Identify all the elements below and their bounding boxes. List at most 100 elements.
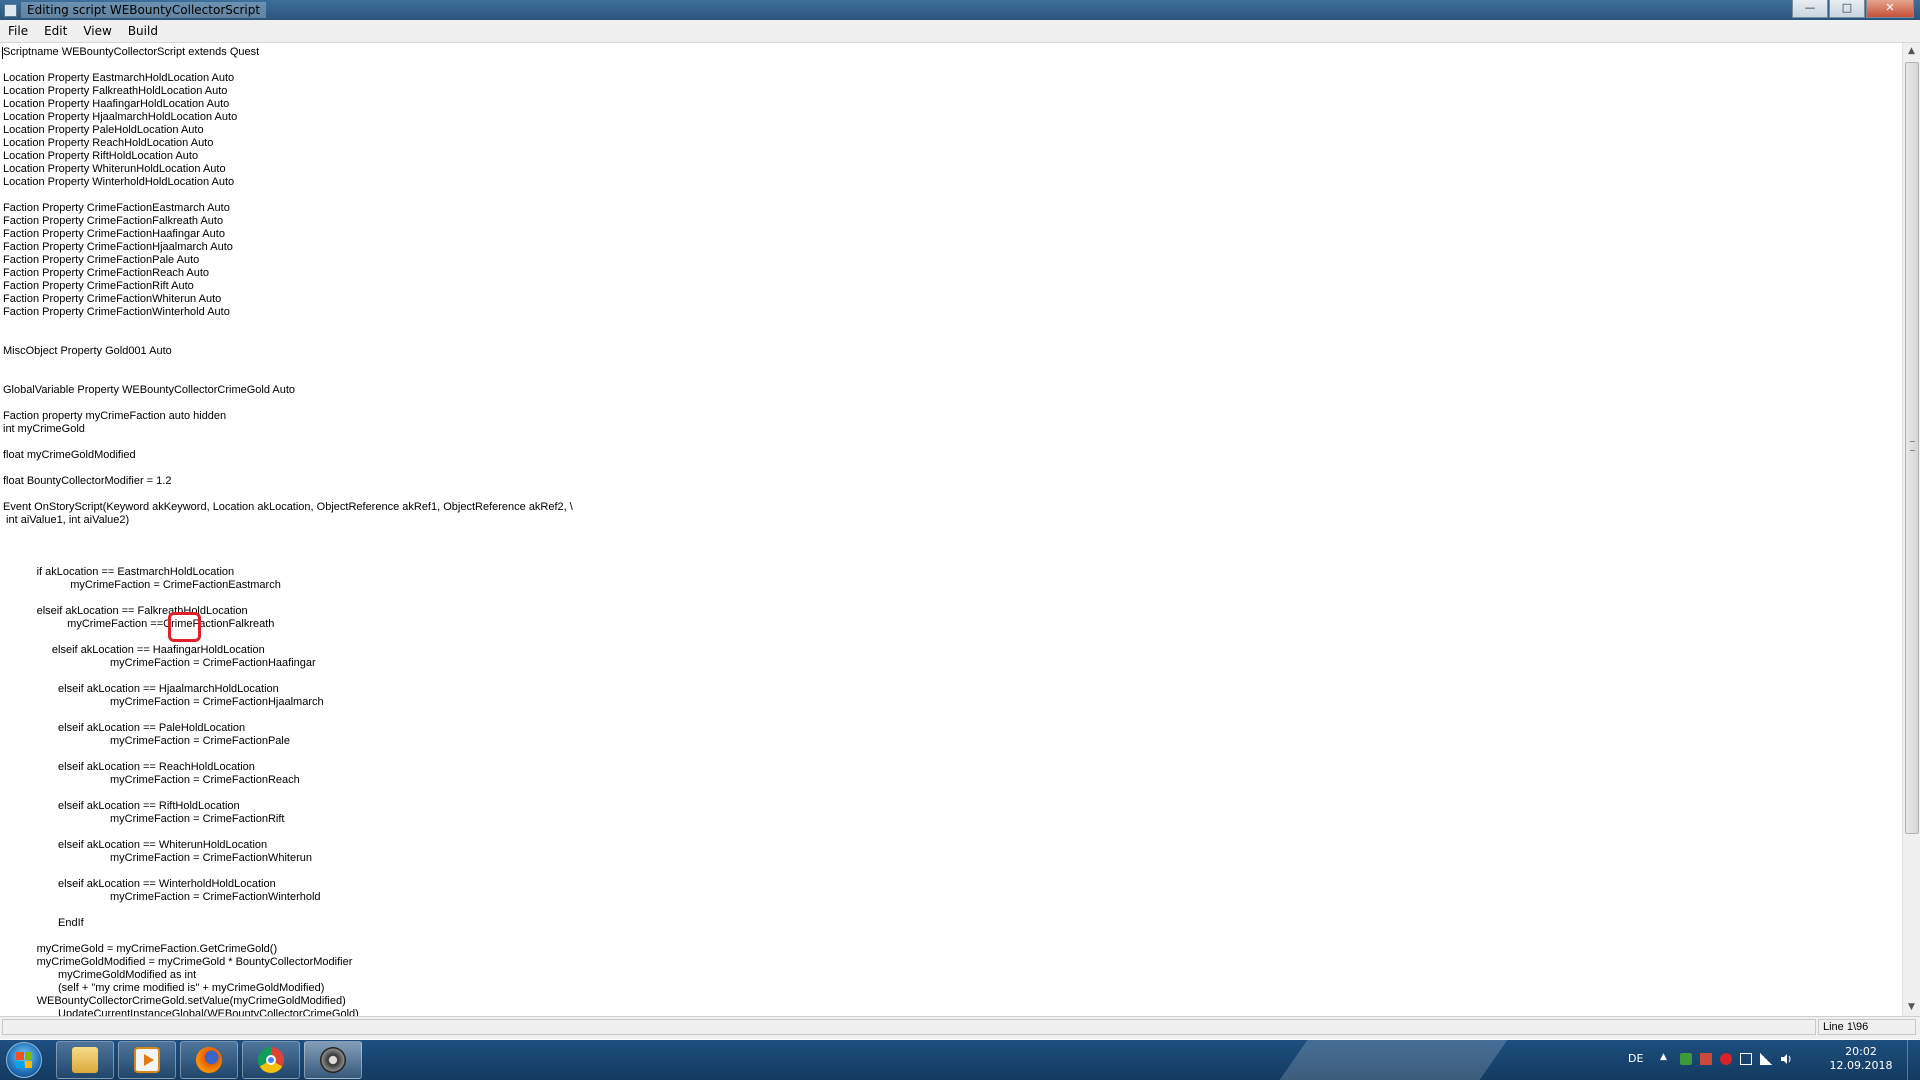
code-line[interactable]: myCrimeFaction = CrimeFactionWinterhold: [3, 891, 573, 904]
code-line[interactable]: Faction property myCrimeFaction auto hid…: [3, 410, 573, 423]
code-line[interactable]: (self + "my crime modified is" + myCrime…: [3, 982, 573, 995]
code-line[interactable]: [3, 553, 573, 566]
code-line[interactable]: myCrimeFaction = CrimeFactionWhiterun: [3, 852, 573, 865]
vertical-scrollbar[interactable]: ▲ ▼: [1902, 43, 1920, 1016]
code-line[interactable]: Event OnStoryScript(Keyword akKeyword, L…: [3, 501, 573, 514]
code-line[interactable]: EndIf: [3, 917, 573, 930]
code-line[interactable]: Location Property RiftHoldLocation Auto: [3, 150, 573, 163]
code-line[interactable]: [3, 826, 573, 839]
code-line[interactable]: myCrimeGold = myCrimeFaction.GetCrimeGol…: [3, 943, 573, 956]
maximize-button[interactable]: □: [1829, 0, 1865, 18]
code-line[interactable]: Location Property EastmarchHoldLocation …: [3, 72, 573, 85]
code-line[interactable]: [3, 397, 573, 410]
menu-file[interactable]: File: [0, 20, 36, 42]
code-line[interactable]: Scriptname WEBountyCollectorScript exten…: [3, 46, 573, 59]
code-line[interactable]: float myCrimeGoldModified: [3, 449, 573, 462]
code-line[interactable]: Faction Property CrimeFactionWhiterun Au…: [3, 293, 573, 306]
code-line[interactable]: elseif akLocation == WinterholdHoldLocat…: [3, 878, 573, 891]
code-line[interactable]: elseif akLocation == FalkreathHoldLocati…: [3, 605, 573, 618]
language-indicator[interactable]: DE: [1628, 1052, 1643, 1065]
code-line[interactable]: Faction Property CrimeFactionFalkreath A…: [3, 215, 573, 228]
code-line[interactable]: Location Property PaleHoldLocation Auto: [3, 124, 573, 137]
taskbar-explorer-button[interactable]: [56, 1041, 114, 1079]
code-line[interactable]: Location Property ReachHoldLocation Auto: [3, 137, 573, 150]
code-line[interactable]: Location Property WhiterunHoldLocation A…: [3, 163, 573, 176]
show-desktop-button[interactable]: [1907, 1040, 1920, 1080]
volume-icon[interactable]: [1780, 1053, 1792, 1065]
code-line[interactable]: Faction Property CrimeFactionReach Auto: [3, 267, 573, 280]
code-line[interactable]: myCrimeFaction = CrimeFactionEastmarch: [3, 579, 573, 592]
code-line[interactable]: myCrimeFaction = CrimeFactionPale: [3, 735, 573, 748]
code-line[interactable]: Faction Property CrimeFactionHaafingar A…: [3, 228, 573, 241]
taskbar-creation-kit-button[interactable]: [304, 1041, 362, 1079]
code-line[interactable]: Location Property WinterholdHoldLocation…: [3, 176, 573, 189]
code-line[interactable]: WEBountyCollectorCrimeGold.setValue(myCr…: [3, 995, 573, 1008]
taskbar-media-button[interactable]: [118, 1041, 176, 1079]
code-line[interactable]: [3, 358, 573, 371]
action-center-flag-icon[interactable]: [1700, 1053, 1712, 1065]
start-button[interactable]: [6, 1042, 42, 1078]
scroll-down-icon[interactable]: ▼: [1903, 999, 1920, 1016]
code-line[interactable]: [3, 670, 573, 683]
code-line[interactable]: if akLocation == EastmarchHoldLocation: [3, 566, 573, 579]
code-line[interactable]: [3, 540, 573, 553]
clock[interactable]: 20:02 12.09.2018: [1828, 1045, 1894, 1073]
code-line[interactable]: Faction Property CrimeFactionPale Auto: [3, 254, 573, 267]
code-line[interactable]: [3, 332, 573, 345]
security-shield-icon[interactable]: [1680, 1053, 1692, 1065]
code-line[interactable]: float BountyCollectorModifier = 1.2: [3, 475, 573, 488]
window-titlebar[interactable]: Editing script WEBountyCollectorScript —…: [0, 0, 1920, 20]
code-line[interactable]: Location Property HaafingarHoldLocation …: [3, 98, 573, 111]
code-line[interactable]: [3, 904, 573, 917]
close-button[interactable]: ✕: [1866, 0, 1914, 18]
menu-view[interactable]: View: [75, 20, 119, 42]
code-line[interactable]: myCrimeFaction = CrimeFactionReach: [3, 774, 573, 787]
code-line[interactable]: elseif akLocation == HaafingarHoldLocati…: [3, 644, 573, 657]
code-line[interactable]: elseif akLocation == WhiterunHoldLocatio…: [3, 839, 573, 852]
code-line[interactable]: myCrimeFaction ==CrimeFactionFalkreath: [3, 618, 573, 631]
code-line[interactable]: [3, 189, 573, 202]
code-line[interactable]: [3, 436, 573, 449]
code-line[interactable]: Faction Property CrimeFactionWinterhold …: [3, 306, 573, 319]
scroll-up-icon[interactable]: ▲: [1903, 43, 1920, 60]
code-line[interactable]: Faction Property CrimeFactionEastmarch A…: [3, 202, 573, 215]
code-line[interactable]: int myCrimeGold: [3, 423, 573, 436]
taskbar-chrome-button[interactable]: [242, 1041, 300, 1079]
menu-edit[interactable]: Edit: [36, 20, 75, 42]
minimize-button[interactable]: —: [1792, 0, 1828, 18]
code-line[interactable]: [3, 462, 573, 475]
code-line[interactable]: [3, 930, 573, 943]
code-line[interactable]: myCrimeFaction = CrimeFactionHjaalmarch: [3, 696, 573, 709]
code-line[interactable]: [3, 748, 573, 761]
taskbar-firefox-button[interactable]: [180, 1041, 238, 1079]
code-line[interactable]: [3, 709, 573, 722]
code-line[interactable]: [3, 319, 573, 332]
scrollbar-thumb[interactable]: [1905, 62, 1919, 834]
code-line[interactable]: [3, 488, 573, 501]
code-line[interactable]: Location Property HjaalmarchHoldLocation…: [3, 111, 573, 124]
code-line[interactable]: myCrimeFaction = CrimeFactionHaafingar: [3, 657, 573, 670]
code-line[interactable]: elseif akLocation == ReachHoldLocation: [3, 761, 573, 774]
code-line[interactable]: Faction Property CrimeFactionRift Auto: [3, 280, 573, 293]
menu-build[interactable]: Build: [120, 20, 166, 42]
code-line[interactable]: elseif akLocation == RiftHoldLocation: [3, 800, 573, 813]
code-line[interactable]: myCrimeGoldModified as int: [3, 969, 573, 982]
code-line[interactable]: elseif akLocation == PaleHoldLocation: [3, 722, 573, 735]
code-line[interactable]: UpdateCurrentInstanceGlobal(WEBountyColl…: [3, 1008, 573, 1016]
network-signal-icon[interactable]: [1760, 1053, 1772, 1065]
code-line[interactable]: Location Property FalkreathHoldLocation …: [3, 85, 573, 98]
code-line[interactable]: elseif akLocation == HjaalmarchHoldLocat…: [3, 683, 573, 696]
antivirus-icon[interactable]: [1720, 1053, 1732, 1065]
script-editor[interactable]: Scriptname WEBountyCollectorScript exten…: [0, 43, 1902, 1016]
code-line[interactable]: [3, 371, 573, 384]
code-line[interactable]: GlobalVariable Property WEBountyCollecto…: [3, 384, 573, 397]
code-line[interactable]: [3, 787, 573, 800]
code-line[interactable]: MiscObject Property Gold001 Auto: [3, 345, 573, 358]
code-text[interactable]: Scriptname WEBountyCollectorScript exten…: [3, 46, 573, 1016]
code-line[interactable]: [3, 527, 573, 540]
show-hidden-icons-icon[interactable]: ▲: [1660, 1052, 1667, 1062]
code-line[interactable]: [3, 631, 573, 644]
code-line[interactable]: myCrimeGoldModified = myCrimeGold * Boun…: [3, 956, 573, 969]
code-line[interactable]: [3, 59, 573, 72]
code-line[interactable]: [3, 592, 573, 605]
